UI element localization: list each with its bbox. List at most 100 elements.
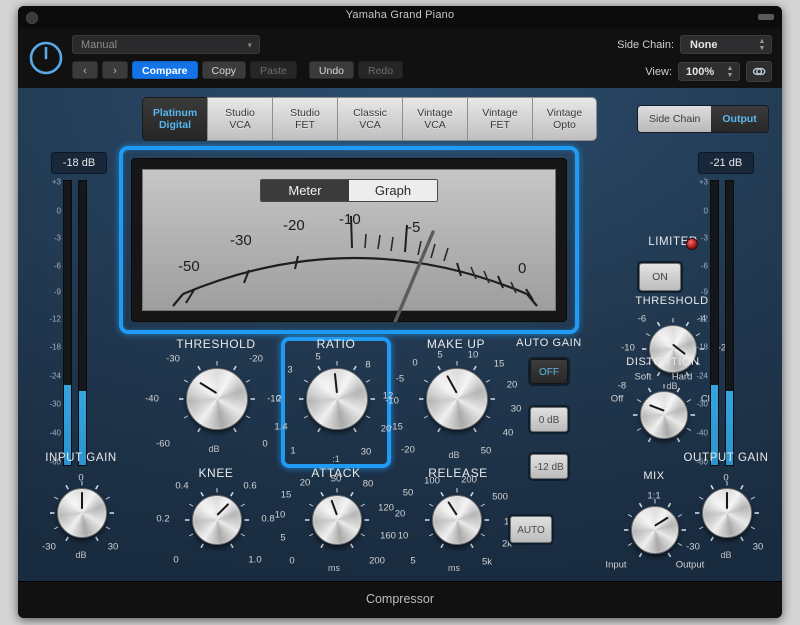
threshold-knob[interactable] (186, 368, 248, 430)
input-gain-caption: INPUT GAIN (45, 452, 117, 464)
attack-label-160: 160 (380, 530, 396, 542)
output-gain-knob[interactable] (702, 488, 752, 538)
vu-label--10: -10 (339, 211, 361, 228)
scale-label: -30 (49, 399, 61, 409)
makeup-unit: dB (448, 450, 460, 460)
threshold-section: THRESHOLD -60 -40 -30 -20 -10 0 dB (145, 337, 286, 465)
view-label: View: (645, 65, 672, 78)
knee-label-0-2: 0.2 (156, 513, 170, 525)
knee-label-1-0: 1.0 (248, 554, 262, 566)
knob-pointer (447, 501, 458, 517)
knee-label-0-4: 0.4 (175, 480, 189, 492)
input-meter-bar-left (63, 180, 72, 466)
tab-label-line2: VCA (359, 119, 381, 131)
scale-label: -24 (696, 371, 708, 381)
knee-label-0-6: 0.6 (243, 480, 257, 492)
threshold-label--30: -30 (166, 353, 180, 365)
input-meter-bars (63, 180, 93, 466)
input-gain-knob[interactable] (57, 488, 107, 538)
window-resize-icon[interactable] (758, 14, 774, 20)
ratio-label-1: 1 (290, 445, 296, 457)
tab-studio-fet[interactable]: Studio FET (272, 97, 337, 141)
prev-preset-button[interactable]: ‹ (72, 61, 98, 79)
tab-classic-vca[interactable]: Classic VCA (337, 97, 402, 141)
tab-label-line1: Platinum (152, 107, 198, 119)
limiter-on-button[interactable]: ON (639, 263, 681, 291)
display-mode-meter[interactable]: Meter (261, 180, 349, 201)
tab-studio-vca[interactable]: Studio VCA (207, 97, 272, 141)
distortion-label-soft: Soft (634, 371, 652, 383)
knob-pointer (333, 373, 338, 394)
next-preset-button[interactable]: › (102, 61, 128, 79)
routing-tab-output[interactable]: Output (711, 106, 768, 132)
release-knob[interactable] (432, 495, 482, 545)
output-gain-section: OUTPUT GAIN 0 -30 30 dB (678, 452, 774, 562)
tab-label-line2: VCA (229, 119, 251, 131)
scale-label: -6 (700, 261, 708, 271)
mix-label-input: Input (605, 559, 627, 571)
scale-label: -40 (696, 428, 708, 438)
auto-gain-off-button[interactable]: OFF (530, 359, 568, 384)
vu-label-0: 0 (518, 260, 527, 277)
side-chain-value: None (690, 39, 718, 51)
compare-button[interactable]: Compare (132, 61, 198, 79)
vu-meter[interactable]: -50 -30 -20 -10 -5 0 Meter Graph (142, 169, 556, 322)
header-button-row: ‹ › Compare Copy Paste Undo Redo (72, 61, 404, 79)
output-gain-label-30: 30 (752, 541, 764, 553)
copy-button[interactable]: Copy (201, 61, 247, 79)
scale-label: -3 (53, 233, 61, 243)
release-label-5: 5 (410, 555, 416, 567)
attack-label-5: 5 (280, 532, 286, 544)
release-label-100: 100 (424, 475, 440, 487)
routing-tab-side-chain[interactable]: Side Chain (638, 106, 712, 132)
scale-label: -18 (49, 342, 61, 352)
ratio-caption: RATIO (316, 337, 356, 351)
tab-vintage-vca[interactable]: Vintage VCA (402, 97, 467, 141)
release-label-50: 50 (402, 487, 414, 499)
auto-gain-caption: AUTO GAIN (516, 337, 582, 349)
release-section: RELEASE 5 10 20 50 100 200 500 1k 2k 5k … (394, 466, 520, 576)
release-auto-button[interactable]: AUTO (510, 516, 552, 543)
undo-button[interactable]: Undo (308, 61, 354, 79)
tab-label-line2: VCA (424, 119, 446, 131)
link-icon[interactable] (746, 61, 772, 82)
paste-button[interactable]: Paste (250, 61, 297, 79)
scale-label: -30 (696, 399, 708, 409)
attack-label-200: 200 (369, 555, 385, 567)
scale-label: -24 (49, 371, 61, 381)
display-mode-toggle: Meter Graph (260, 179, 438, 202)
attack-knob[interactable] (312, 495, 362, 545)
output-meter-readout[interactable]: -21 dB (698, 152, 754, 174)
knob-pointer (654, 516, 669, 527)
tab-platinum-digital[interactable]: Platinum Digital (142, 97, 207, 141)
auto-gain-0db-button[interactable]: 0 dB (530, 407, 568, 432)
knee-knob[interactable] (192, 495, 242, 545)
release-label-20: 20 (394, 508, 406, 520)
input-gain-unit: dB (75, 550, 87, 560)
makeup-section: MAKE UP -20 -15 -10 -5 0 5 10 15 20 30 4… (385, 337, 526, 465)
side-chain-select[interactable]: None ▲ ▼ (680, 35, 772, 54)
ratio-knob[interactable] (306, 368, 368, 430)
makeup-knob[interactable] (426, 368, 488, 430)
release-caption: RELEASE (428, 466, 488, 480)
release-label-500: 500 (492, 491, 508, 503)
redo-button[interactable]: Redo (358, 61, 404, 79)
power-icon[interactable] (26, 38, 66, 78)
ratio-label-2: 2 (276, 393, 282, 405)
preset-select[interactable]: Manual ▾ (72, 35, 260, 54)
plugin-footer: Compressor (18, 581, 782, 618)
knee-label-0: 0 (173, 554, 179, 566)
knob-pointer (446, 375, 458, 395)
knob-pointer (649, 404, 665, 412)
view-zoom-select[interactable]: 100% ▲ ▼ (678, 62, 740, 81)
tab-vintage-fet[interactable]: Vintage FET (467, 97, 532, 141)
mix-knob[interactable] (631, 506, 679, 554)
input-gain-label--30: -30 (42, 541, 56, 553)
plugin-header: Manual ▾ ‹ › Compare Copy Paste Undo Red… (18, 28, 782, 89)
makeup-label--20: -20 (401, 444, 415, 456)
vu-label--50: -50 (178, 258, 200, 275)
tab-vintage-opto[interactable]: Vintage Opto (532, 97, 597, 141)
display-mode-graph[interactable]: Graph (349, 180, 437, 201)
auto-gain-minus12db-button[interactable]: -12 dB (530, 454, 568, 479)
input-meter-readout[interactable]: -18 dB (51, 152, 107, 174)
